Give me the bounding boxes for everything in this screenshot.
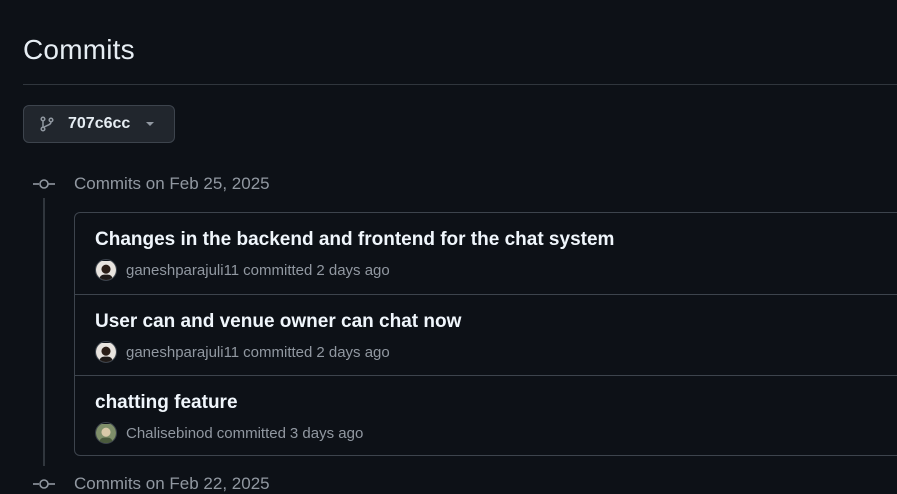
commit-title-link[interactable]: chatting feature — [95, 392, 238, 414]
page-title: Commits — [23, 34, 135, 65]
avatar[interactable] — [95, 341, 117, 363]
commit-row: chatting feature Chalisebinod committed … — [75, 375, 897, 455]
commit-time: 2 days ago — [316, 261, 390, 279]
commit-row: User can and venue owner can chat now ga… — [75, 294, 897, 375]
avatar[interactable] — [95, 422, 117, 444]
git-commit-icon — [33, 477, 55, 491]
author-link[interactable]: ganeshparajuli11 — [126, 262, 239, 279]
commit-title-link[interactable]: Changes in the backend and frontend for … — [95, 229, 614, 251]
commit-action: committed — [243, 261, 313, 279]
commit-time: 2 days ago — [316, 343, 390, 361]
commit-list: Changes in the backend and frontend for … — [74, 212, 897, 456]
commit-title-link[interactable]: User can and venue owner can chat now — [95, 311, 461, 333]
commit-meta: Chalisebinod committed 3 days ago — [95, 422, 363, 444]
title-divider — [23, 84, 897, 85]
commit-row: Changes in the backend and frontend for … — [75, 213, 897, 294]
commit-group-header: Commits on Feb 25, 2025 — [33, 174, 270, 194]
commit-meta: ganeshparajuli11 committed 2 days ago — [95, 341, 390, 363]
commit-meta: ganeshparajuli11 committed 2 days ago — [95, 259, 390, 281]
commit-group-header: Commits on Feb 22, 2025 — [33, 474, 270, 494]
git-commit-icon — [33, 177, 55, 191]
author-link[interactable]: ganeshparajuli11 — [126, 344, 239, 361]
chevron-down-icon — [144, 118, 156, 130]
commit-group-label: Commits on Feb 25, 2025 — [74, 174, 270, 193]
git-branch-icon — [39, 116, 55, 132]
commit-action: committed — [243, 343, 313, 361]
commit-action: committed — [216, 424, 286, 442]
commit-group-label: Commits on Feb 22, 2025 — [74, 474, 270, 493]
branch-select-button[interactable]: 707c6cc — [23, 105, 175, 143]
commit-time: 3 days ago — [289, 424, 364, 442]
avatar[interactable] — [95, 259, 117, 281]
timeline-line — [43, 198, 45, 466]
author-link[interactable]: Chalisebinod — [126, 425, 213, 442]
branch-label: 707c6cc — [68, 115, 131, 132]
